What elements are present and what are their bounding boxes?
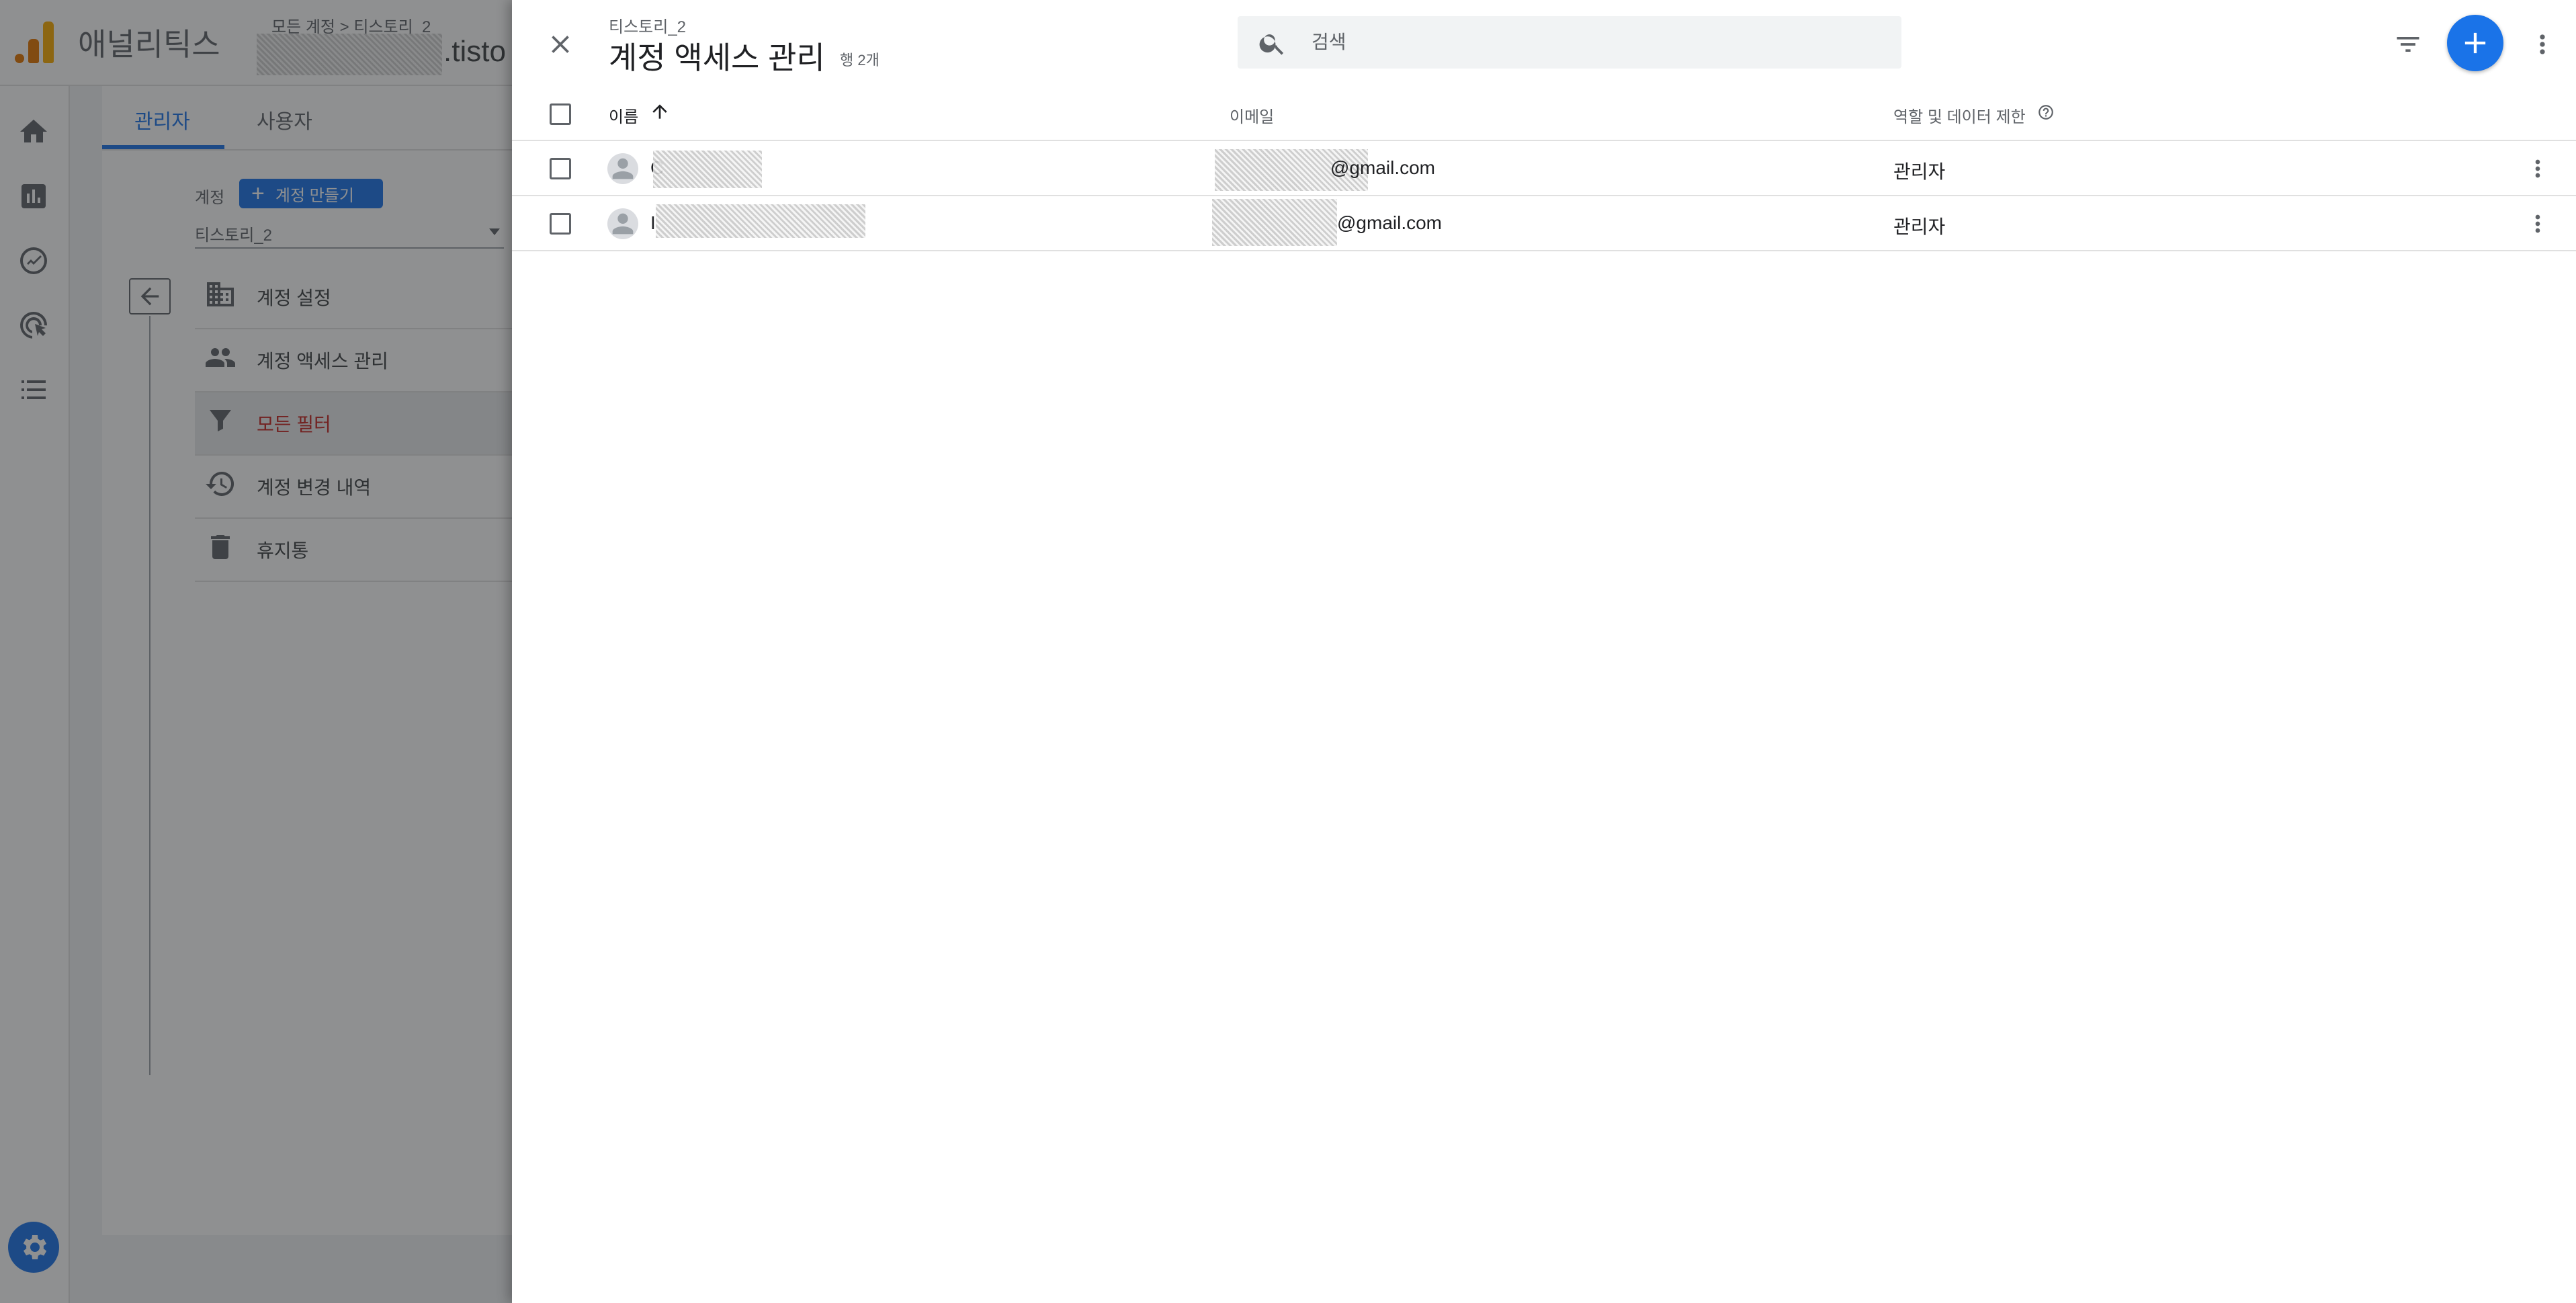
user-email: @gmail.com xyxy=(1337,212,1443,233)
more-vert-icon xyxy=(2535,159,2540,178)
more-vert-icon xyxy=(2540,34,2545,54)
column-header-name[interactable]: 이름 xyxy=(609,103,638,127)
avatar xyxy=(607,153,638,184)
redacted-email xyxy=(1212,199,1337,246)
user-email: @gmail.com xyxy=(1330,157,1436,178)
row-count: 행 2개 xyxy=(840,52,879,69)
more-vert-icon xyxy=(2535,214,2540,233)
search-icon xyxy=(1258,28,1287,58)
row-more-button[interactable] xyxy=(2522,208,2553,239)
table-row[interactable]: I @gmail.com 관리자 xyxy=(512,196,2576,251)
filter-list-icon xyxy=(2397,37,2419,52)
person-icon xyxy=(612,158,634,179)
column-header-email[interactable]: 이메일 xyxy=(1230,103,1274,127)
search-input[interactable] xyxy=(1312,27,1876,58)
avatar xyxy=(607,208,638,239)
row-more-button[interactable] xyxy=(2522,153,2553,184)
redacted-name xyxy=(653,151,762,188)
search-box[interactable] xyxy=(1238,16,1901,69)
account-access-drawer: 티스토리_2 계정 액세스 관리 행 2개 이름 이메일 역할 및 데이터 제한… xyxy=(512,0,2576,1303)
plus-icon xyxy=(2464,32,2486,54)
drawer-title: 계정 액세스 관리 xyxy=(609,40,825,75)
person-icon xyxy=(612,213,634,235)
close-icon xyxy=(552,36,569,53)
sort-ascending-icon[interactable] xyxy=(649,101,671,122)
redacted-name xyxy=(656,204,865,238)
more-options-button[interactable] xyxy=(2524,26,2561,63)
close-button[interactable] xyxy=(542,26,579,63)
user-role: 관리자 xyxy=(1893,161,1946,182)
user-name: I xyxy=(650,212,656,233)
table-header: 이름 이메일 역할 및 데이터 제한 xyxy=(512,87,2576,141)
filter-button[interactable] xyxy=(2389,26,2427,63)
help-icon[interactable] xyxy=(2037,103,2055,121)
user-role: 관리자 xyxy=(1893,216,1946,237)
add-user-button[interactable] xyxy=(2447,15,2503,71)
row-checkbox[interactable] xyxy=(550,213,571,235)
table-row[interactable]: C @gmail.com 관리자 xyxy=(512,141,2576,196)
row-checkbox[interactable] xyxy=(550,158,571,179)
select-all-checkbox[interactable] xyxy=(550,103,571,125)
column-header-role[interactable]: 역할 및 데이터 제한 xyxy=(1893,103,2026,127)
